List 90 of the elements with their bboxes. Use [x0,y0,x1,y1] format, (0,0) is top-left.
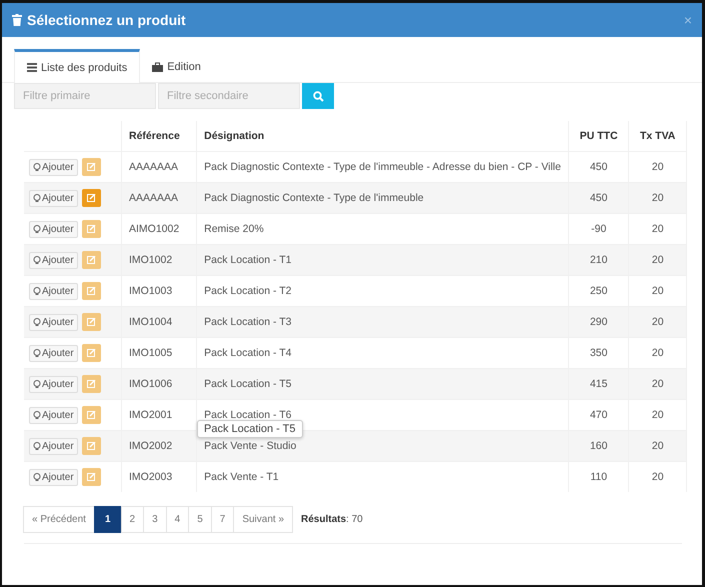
bulb-icon [33,442,41,450]
page-link[interactable]: 4 [166,506,190,533]
table-cell: AAAAAAA [122,182,197,214]
page-link[interactable]: 1 [94,506,122,533]
edit-icon [86,442,96,450]
table-cell: 20 [628,462,686,492]
bulb-icon [33,380,41,388]
bulb-icon [33,224,41,234]
page-link[interactable]: 7 [210,506,234,533]
bulb-icon [33,318,41,326]
add-button[interactable]: Ajouter [29,158,78,176]
bulb-icon [33,162,41,172]
add-button[interactable]: Ajouter [29,190,78,206]
page-link[interactable]: Suivant » [233,506,294,533]
add-button[interactable]: Ajouter [29,468,78,486]
bulb-icon [33,256,41,264]
add-button[interactable]: Ajouter [29,344,78,362]
filter-field[interactable]: Filtre primaire [14,83,156,109]
table-cell: 210 [568,244,629,276]
table-cell: 450 [568,182,629,214]
edit-button[interactable] [82,468,101,486]
search-button[interactable] [302,83,334,109]
table-cell: IMO1002 [122,244,197,276]
add-button[interactable]: Ajouter [29,314,78,330]
edit-button[interactable] [82,189,101,207]
table-cell: Pack Diagnostic Contexte - Type de l'immeuble [196,182,568,214]
edit-icon [86,411,96,419]
bulb-icon [33,348,41,358]
bulb-icon [33,194,41,202]
edit-icon [86,225,96,233]
table-cell: 110 [568,462,629,492]
table-cell: IMO2003 [122,462,197,492]
edit-button[interactable] [82,282,101,300]
edit-icon [86,163,96,171]
add-button[interactable]: Ajouter [29,376,78,392]
page-link[interactable]: 5 [188,506,212,533]
page-link[interactable]: 2 [120,506,144,533]
table-cell: 20 [628,306,686,338]
add-button[interactable]: Ajouter [29,220,78,238]
edit-icon [86,380,96,388]
briefcase-icon [152,62,164,72]
table-cell: IMO1004 [122,306,197,338]
table-cell: 20 [628,430,686,462]
edit-button[interactable] [82,220,101,238]
table-cell: 160 [568,430,629,462]
edit-button[interactable] [82,344,101,362]
edit-button[interactable] [82,313,101,331]
page-link[interactable]: « Précédent [23,506,95,533]
add-button[interactable]: Ajouter [29,438,78,454]
edit-icon [86,256,96,264]
table-cell: 20 [628,182,686,214]
column-header: Tx TVA [628,121,686,152]
bulb-icon [33,410,41,420]
edit-button[interactable] [82,406,101,424]
add-button[interactable]: Ajouter [29,406,78,424]
table-cell: IMO2002 [122,430,197,462]
column-header: Référence [122,121,197,152]
table-cell: Pack Vente - T1 [196,462,568,492]
edit-icon [86,287,96,295]
results-count: Résultats: 70 [301,514,363,525]
edit-icon [86,349,96,357]
bulb-icon [33,472,41,482]
page-link[interactable]: 3 [143,506,167,533]
add-button[interactable]: Ajouter [29,252,78,268]
table-cell: 415 [568,368,629,400]
edit-button[interactable] [82,437,101,455]
table-cell: Pack Location - T3 [196,306,568,338]
edit-button[interactable] [82,251,101,269]
tab[interactable]: Liste des produits [14,49,140,83]
edit-button[interactable] [82,375,101,393]
table-cell: 20 [628,368,686,400]
filter-field[interactable]: Filtre secondaire [158,83,300,109]
edit-icon [86,194,96,202]
search-icon [312,90,324,102]
table-cell: IMO1006 [122,368,197,400]
trash-icon [12,14,22,26]
table-cell: Pack Location - T5 [196,368,568,400]
tooltip: Pack Location - T5 [197,420,303,438]
edit-button[interactable] [82,158,101,176]
edit-icon [86,318,96,326]
window-title: Sélectionnez un produit [27,12,187,28]
list-icon [27,63,37,72]
table-cell: 290 [568,306,629,338]
table-cell: 20 [628,244,686,276]
bulb-icon [33,286,41,296]
column-header: PU TTC [568,121,629,152]
add-button[interactable]: Ajouter [29,282,78,300]
edit-icon [86,473,96,481]
table-cell: Pack Location - T1 [196,244,568,276]
column-header: Désignation [196,121,568,152]
